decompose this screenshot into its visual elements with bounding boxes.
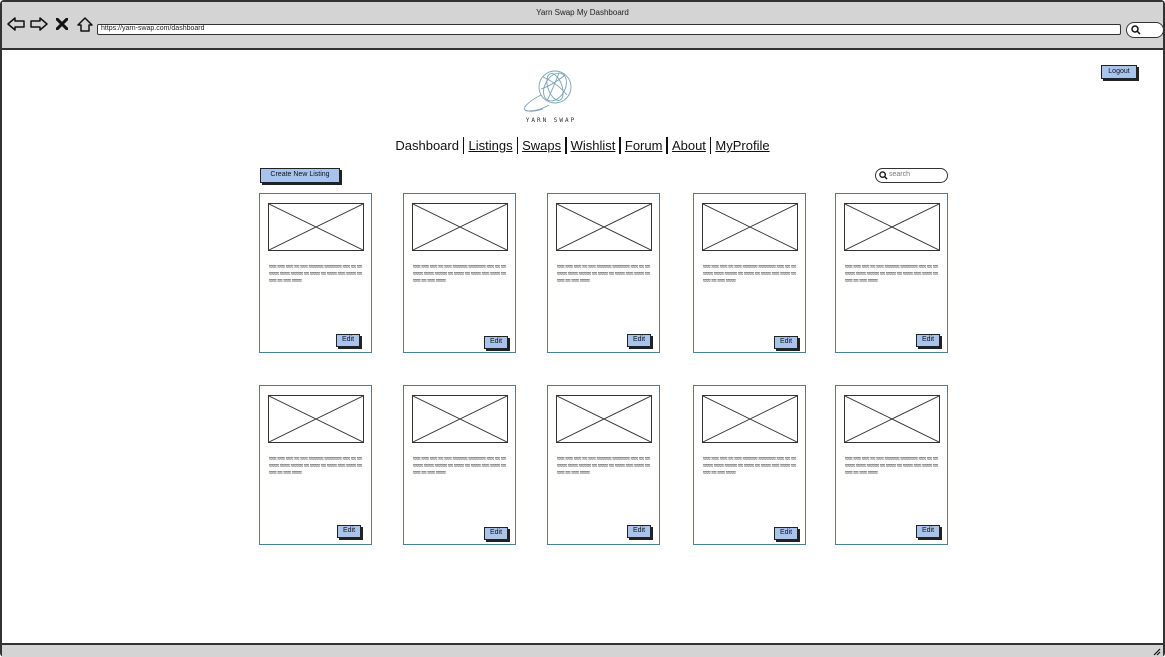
image-placeholder-icon	[268, 395, 364, 443]
status-bar	[2, 643, 1163, 657]
image-placeholder-icon	[412, 203, 508, 251]
nav-swaps[interactable]: Swaps	[518, 138, 565, 153]
search-placeholder: search	[889, 171, 911, 178]
logout-button[interactable]: Logout	[1101, 65, 1137, 79]
listing-card[interactable]: ≈≈≈ ≈≈≈ ≈≈≈ ≈≈ ≈≈≈ ≈≈≈≈≈≈ ≈≈≈≈≈≈≈ ≈≈≈ ≈≈…	[693, 385, 806, 545]
listing-description: ≈≈≈ ≈≈≈ ≈≈≈ ≈≈ ≈≈≈ ≈≈≈≈≈≈ ≈≈≈≈≈≈≈ ≈≈≈ ≈≈…	[845, 264, 938, 284]
close-icon[interactable]	[52, 15, 72, 33]
image-placeholder-icon	[702, 395, 798, 443]
url-bar[interactable]: https://yarn-swap.com/dashboard	[97, 24, 1121, 35]
resize-grip-icon[interactable]	[1152, 647, 1161, 656]
nav-listings[interactable]: Listings	[464, 138, 516, 153]
image-placeholder-icon	[844, 395, 940, 443]
search-input[interactable]: search	[875, 168, 948, 183]
edit-button[interactable]: Edit	[484, 336, 508, 349]
main-nav: Dashboard Listings Swaps Wishlist Forum …	[2, 137, 1163, 154]
listing-card[interactable]: ≈≈≈ ≈≈≈ ≈≈≈ ≈≈ ≈≈≈ ≈≈≈≈≈≈ ≈≈≈≈≈≈≈ ≈≈≈ ≈≈…	[403, 385, 516, 545]
listing-description: ≈≈≈ ≈≈≈ ≈≈≈ ≈≈ ≈≈≈ ≈≈≈≈≈≈ ≈≈≈≈≈≈≈ ≈≈≈ ≈≈…	[557, 264, 650, 284]
listing-description: ≈≈≈ ≈≈≈ ≈≈≈ ≈≈ ≈≈≈ ≈≈≈≈≈≈ ≈≈≈≈≈≈≈ ≈≈≈ ≈≈…	[703, 456, 796, 476]
edit-button[interactable]: Edit	[774, 336, 798, 349]
listing-card[interactable]: ≈≈≈ ≈≈≈ ≈≈≈ ≈≈ ≈≈≈ ≈≈≈≈≈≈ ≈≈≈≈≈≈≈ ≈≈≈ ≈≈…	[403, 193, 516, 353]
listing-description: ≈≈≈ ≈≈≈ ≈≈≈ ≈≈ ≈≈≈ ≈≈≈≈≈≈ ≈≈≈≈≈≈≈ ≈≈≈ ≈≈…	[703, 264, 796, 284]
browser-search-button[interactable]	[1126, 22, 1164, 38]
nav-myprofile[interactable]: MyProfile	[711, 138, 773, 153]
home-icon[interactable]	[75, 15, 95, 33]
listing-description: ≈≈≈ ≈≈≈ ≈≈≈ ≈≈ ≈≈≈ ≈≈≈≈≈≈ ≈≈≈≈≈≈≈ ≈≈≈ ≈≈…	[845, 456, 938, 476]
nav-wishlist[interactable]: Wishlist	[567, 138, 620, 153]
image-placeholder-icon	[844, 203, 940, 251]
listing-card[interactable]: ≈≈≈ ≈≈≈ ≈≈≈ ≈≈ ≈≈≈ ≈≈≈≈≈≈ ≈≈≈≈≈≈≈ ≈≈≈ ≈≈…	[835, 385, 948, 545]
edit-button[interactable]: Edit	[336, 334, 360, 347]
listing-description: ≈≈≈ ≈≈≈ ≈≈≈ ≈≈ ≈≈≈ ≈≈≈≈≈≈ ≈≈≈≈≈≈≈ ≈≈≈ ≈≈…	[413, 264, 506, 284]
edit-button[interactable]: Edit	[337, 525, 361, 538]
listing-description: ≈≈≈ ≈≈≈ ≈≈≈ ≈≈ ≈≈≈ ≈≈≈≈≈≈ ≈≈≈≈≈≈≈ ≈≈≈ ≈≈…	[269, 456, 362, 476]
listing-card[interactable]: ≈≈≈ ≈≈≈ ≈≈≈ ≈≈ ≈≈≈ ≈≈≈≈≈≈ ≈≈≈≈≈≈≈ ≈≈≈ ≈≈…	[547, 385, 660, 545]
window-title: Yarn Swap My Dashboard	[536, 8, 629, 17]
listing-card[interactable]: ≈≈≈ ≈≈≈ ≈≈≈ ≈≈ ≈≈≈ ≈≈≈≈≈≈ ≈≈≈≈≈≈≈ ≈≈≈ ≈≈…	[547, 193, 660, 353]
image-placeholder-icon	[556, 395, 652, 443]
edit-button[interactable]: Edit	[627, 525, 651, 538]
nav-about[interactable]: About	[668, 138, 710, 153]
edit-button[interactable]: Edit	[916, 525, 940, 538]
edit-button[interactable]: Edit	[916, 334, 940, 347]
listing-description: ≈≈≈ ≈≈≈ ≈≈≈ ≈≈ ≈≈≈ ≈≈≈≈≈≈ ≈≈≈≈≈≈≈ ≈≈≈ ≈≈…	[269, 264, 362, 284]
listing-description: ≈≈≈ ≈≈≈ ≈≈≈ ≈≈ ≈≈≈ ≈≈≈≈≈≈ ≈≈≈≈≈≈≈ ≈≈≈ ≈≈…	[413, 456, 506, 476]
edit-button[interactable]: Edit	[774, 527, 798, 540]
image-placeholder-icon	[412, 395, 508, 443]
create-new-listing-button[interactable]: Create New Listing	[260, 168, 340, 183]
search-icon	[879, 171, 888, 180]
image-placeholder-icon	[702, 203, 798, 251]
forward-arrow-icon[interactable]	[29, 15, 49, 33]
edit-button[interactable]: Edit	[627, 334, 651, 347]
browser-nav-buttons	[6, 15, 95, 33]
image-placeholder-icon	[556, 203, 652, 251]
back-arrow-icon[interactable]	[6, 15, 26, 33]
nav-forum[interactable]: Forum	[621, 138, 667, 153]
logo-text: YARN SWAP	[525, 117, 577, 124]
listing-card[interactable]: ≈≈≈ ≈≈≈ ≈≈≈ ≈≈ ≈≈≈ ≈≈≈≈≈≈ ≈≈≈≈≈≈≈ ≈≈≈ ≈≈…	[693, 193, 806, 353]
nav-dashboard[interactable]: Dashboard	[391, 138, 463, 153]
listing-card[interactable]: ≈≈≈ ≈≈≈ ≈≈≈ ≈≈ ≈≈≈ ≈≈≈≈≈≈ ≈≈≈≈≈≈≈ ≈≈≈ ≈≈…	[259, 193, 372, 353]
image-placeholder-icon	[268, 203, 364, 251]
listing-card[interactable]: ≈≈≈ ≈≈≈ ≈≈≈ ≈≈ ≈≈≈ ≈≈≈≈≈≈ ≈≈≈≈≈≈≈ ≈≈≈ ≈≈…	[259, 385, 372, 545]
listing-description: ≈≈≈ ≈≈≈ ≈≈≈ ≈≈ ≈≈≈ ≈≈≈≈≈≈ ≈≈≈≈≈≈≈ ≈≈≈ ≈≈…	[557, 456, 650, 476]
edit-button[interactable]: Edit	[484, 527, 508, 540]
browser-chrome: Yarn Swap My Dashboard https://yarn-swap…	[2, 2, 1164, 50]
listing-card[interactable]: ≈≈≈ ≈≈≈ ≈≈≈ ≈≈ ≈≈≈ ≈≈≈≈≈≈ ≈≈≈≈≈≈≈ ≈≈≈ ≈≈…	[835, 193, 948, 353]
browser-window: Yarn Swap My Dashboard https://yarn-swap…	[0, 0, 1165, 657]
search-icon	[1131, 25, 1141, 35]
